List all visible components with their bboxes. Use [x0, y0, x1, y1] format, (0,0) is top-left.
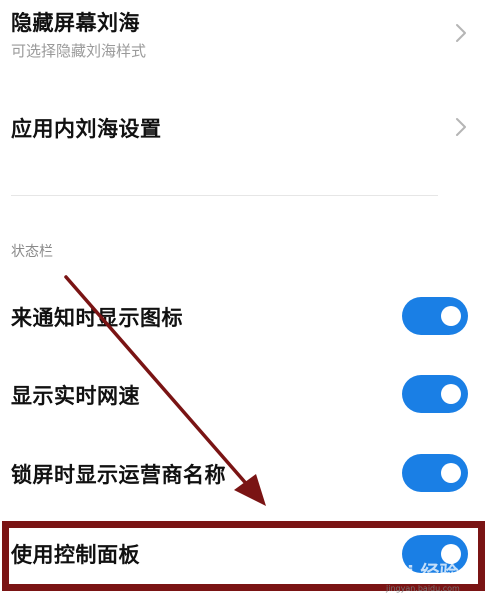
network-speed-toggle[interactable]: [402, 375, 468, 413]
hide-notch-row[interactable]: 隐藏屏幕刘海 可选择隐藏刘海样式: [0, 0, 498, 80]
control-panel-toggle[interactable]: [402, 535, 468, 573]
toggle-knob: [441, 384, 461, 404]
notification-icon-toggle[interactable]: [402, 297, 468, 335]
app-notch-settings-title: 应用内刘海设置: [11, 117, 162, 141]
notification-icon-label: 来通知时显示图标: [11, 306, 183, 330]
carrier-name-row[interactable]: 锁屏时显示运营商名称: [0, 447, 498, 501]
toggle-knob: [441, 463, 461, 483]
toggle-knob: [441, 544, 461, 564]
control-panel-label: 使用控制面板: [11, 543, 140, 567]
hide-notch-title: 隐藏屏幕刘海: [11, 11, 140, 35]
watermark-url: jingyan.baidu.com: [386, 584, 460, 593]
carrier-name-toggle[interactable]: [402, 454, 468, 492]
status-bar-section-header: 状态栏: [11, 244, 53, 260]
network-speed-label: 显示实时网速: [11, 384, 140, 408]
carrier-name-label: 锁屏时显示运营商名称: [11, 463, 226, 487]
chevron-right-icon: [456, 118, 466, 136]
toggle-knob: [441, 306, 461, 326]
chevron-right-icon: [456, 24, 466, 42]
section-divider: [11, 195, 438, 196]
hide-notch-subtitle: 可选择隐藏刘海样式: [11, 42, 147, 60]
network-speed-row[interactable]: 显示实时网速: [0, 368, 498, 422]
control-panel-row[interactable]: 使用控制面板: [0, 526, 498, 582]
notification-icon-row[interactable]: 来通知时显示图标: [0, 290, 498, 344]
app-notch-settings-row[interactable]: 应用内刘海设置: [0, 95, 498, 165]
